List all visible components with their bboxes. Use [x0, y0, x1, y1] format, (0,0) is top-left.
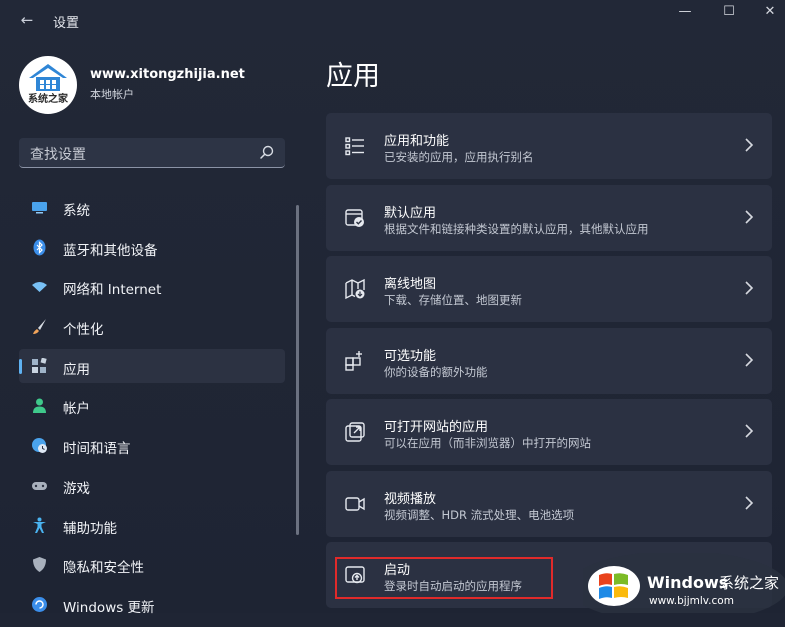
apps-icon [32, 357, 47, 373]
card-subtitle: 你的设备的额外功能 [384, 364, 488, 379]
startup-highlight-box [335, 557, 553, 599]
sidebar-item-label: 网络和 Internet [63, 282, 162, 299]
globe-clock-icon [32, 438, 47, 454]
optional-features-icon [345, 350, 362, 371]
offline-maps-card[interactable]: 离线地图 下载、存储位置、地图更新 [326, 256, 772, 322]
card-subtitle: 视频调整、HDR 流式处理、电池选项 [384, 507, 575, 522]
settings-window: ← 设置 — ☐ ✕ 系统之家 www.xitongzhijia.net 本地帐… [0, 0, 785, 616]
chevron-right-icon [745, 352, 754, 367]
sidebar-item-accounts[interactable]: 帐户 [19, 388, 285, 422]
person-icon [33, 398, 46, 414]
card-title: 默认应用 [384, 205, 437, 221]
sidebar-nav: 系统 蓝牙和其他设备 网络和 Internet 个性化 应用 帐户 时间和语言 [19, 190, 285, 627]
avatar[interactable]: 系统之家 [19, 56, 77, 114]
page-title: 应用 [326, 61, 380, 92]
sidebar-item-label: 时间和语言 [63, 441, 131, 458]
card-subtitle: 可以在应用（而非浏览器）中打开的网站 [384, 436, 591, 450]
card-subtitle: 已安装的应用，应用执行别名 [384, 150, 534, 164]
user-name: www.xitongzhijia.net [90, 67, 245, 82]
card-title: 离线地图 [384, 277, 437, 292]
sidebar-item-windows-update[interactable]: Windows 更新 [19, 587, 285, 621]
search-icon[interactable] [259, 144, 275, 160]
list-icon [345, 137, 364, 156]
watermark-brand-suffix: 系统之家 [719, 574, 780, 592]
window-title: 设置 [53, 16, 80, 31]
chevron-right-icon [745, 138, 754, 152]
sidebar-item-label: 辅助功能 [63, 520, 117, 537]
sidebar-item-system[interactable]: 系统 [19, 190, 285, 224]
back-arrow-icon: ← [20, 11, 34, 29]
apps-for-websites-card[interactable]: 可打开网站的应用 可以在应用（而非浏览器）中打开的网站 [326, 399, 772, 465]
sidebar-item-label: 游戏 [63, 480, 90, 497]
sidebar-scrollbar[interactable] [296, 205, 299, 535]
brush-icon [33, 319, 46, 335]
card-title: 可选功能 [384, 348, 437, 364]
card-subtitle: 根据文件和链接种类设置的默认应用，其他默认应用 [384, 221, 649, 236]
sidebar-item-label: 帐户 [63, 401, 90, 418]
sidebar-item-label: 个性化 [63, 322, 104, 339]
wifi-icon [32, 282, 47, 293]
accessibility-icon [33, 517, 46, 533]
optional-features-card[interactable]: 可选功能 你的设备的额外功能 [326, 327, 772, 394]
sidebar-item-label: 隐私和安全性 [63, 560, 144, 577]
apps-features-card[interactable]: 应用和功能 已安装的应用，应用执行别名 [326, 113, 772, 179]
watermark: Windows 系统之家 www.bjjmlv.com [583, 553, 785, 613]
watermark-brand: Windows [647, 573, 729, 592]
card-title: 应用和功能 [384, 134, 450, 149]
default-apps-icon [345, 208, 364, 227]
chevron-right-icon [745, 424, 754, 438]
sidebar-item-time-language[interactable]: 时间和语言 [19, 428, 285, 462]
chevron-right-icon [745, 495, 754, 510]
svg-text:系统之家: 系统之家 [28, 92, 69, 105]
sidebar-item-gaming[interactable]: 游戏 [19, 468, 285, 502]
offline-map-icon [345, 278, 365, 300]
open-link-icon [345, 422, 365, 442]
chevron-right-icon [745, 281, 754, 295]
gamepad-icon [32, 481, 47, 490]
default-apps-card[interactable]: 默认应用 根据文件和链接种类设置的默认应用，其他默认应用 [326, 184, 772, 251]
card-title: 可打开网站的应用 [384, 420, 489, 435]
video-icon [345, 496, 365, 511]
back-button[interactable]: ← [16, 9, 38, 31]
sidebar-item-label: 系统 [63, 203, 90, 219]
chevron-right-icon [745, 209, 754, 224]
shield-icon [33, 557, 46, 573]
sidebar-item-accessibility[interactable]: 辅助功能 [19, 508, 285, 542]
card-subtitle: 下载、存储位置、地图更新 [384, 293, 522, 307]
title-bar: ← 设置 — ☐ ✕ [0, 0, 785, 40]
sidebar-item-privacy[interactable]: 隐私和安全性 [19, 547, 285, 581]
bluetooth-icon [33, 239, 46, 256]
account-type: 本地帐户 [90, 88, 134, 101]
search-placeholder: 查找设置 [30, 147, 86, 163]
video-playback-card[interactable]: 视频播放 视频调整、HDR 流式处理、电池选项 [326, 470, 772, 537]
sidebar-item-apps[interactable]: 应用 [19, 348, 285, 383]
sidebar-item-label: 应用 [63, 361, 90, 378]
minimize-button[interactable]: — [662, 0, 708, 28]
sidebar-item-personalization[interactable]: 个性化 [19, 309, 285, 343]
sidebar-item-network[interactable]: 网络和 Internet [19, 269, 285, 303]
sidebar-item-label: 蓝牙和其他设备 [63, 242, 158, 259]
watermark-url: www.bjjmlv.com [649, 595, 734, 607]
search-input[interactable]: 查找设置 [19, 138, 285, 168]
site-logo-icon: 系统之家 [28, 64, 69, 105]
card-title: 视频播放 [384, 491, 437, 507]
windows-logo-icon [588, 566, 640, 606]
monitor-icon [32, 202, 47, 214]
maximize-button[interactable]: ☐ [706, 0, 752, 28]
close-button[interactable]: ✕ [750, 0, 785, 28]
update-icon [32, 596, 47, 612]
sidebar-item-bluetooth[interactable]: 蓝牙和其他设备 [19, 230, 285, 264]
